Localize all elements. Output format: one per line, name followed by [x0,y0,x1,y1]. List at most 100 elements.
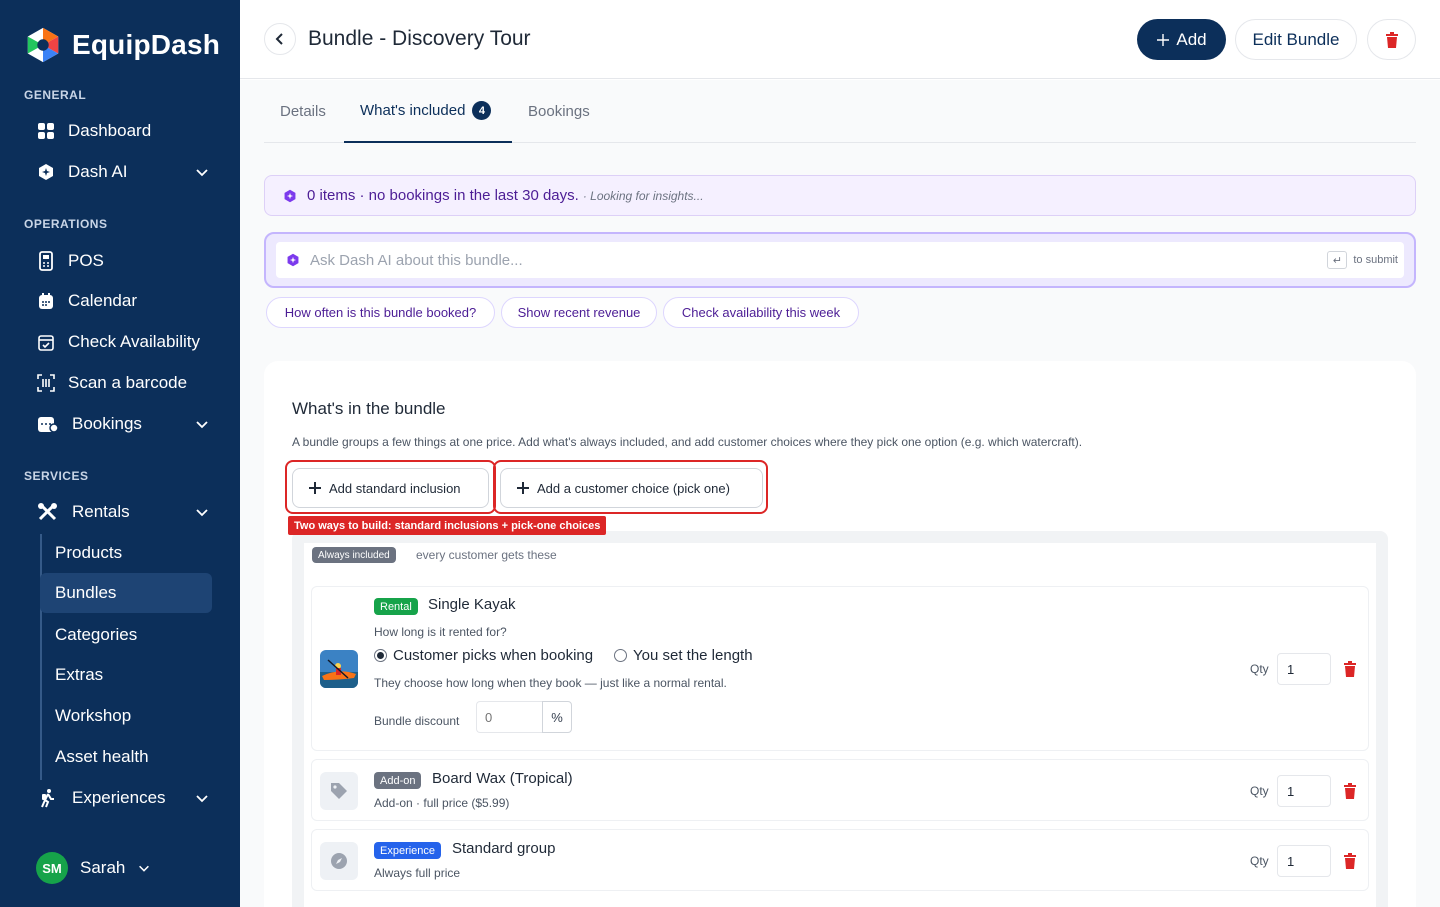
qty-label: Qty [1250,784,1269,798]
grid-icon [36,121,56,141]
back-button[interactable] [264,23,296,55]
ai-hex-icon [287,253,299,267]
sidebar-subitem-categories[interactable]: Categories [40,615,212,655]
sidebar-item-label: Calendar [68,291,137,310]
sidebar-item-rentals[interactable]: Rentals [36,494,216,530]
qty-input[interactable] [1277,653,1331,685]
sidebar-subitem-bundles[interactable]: Bundles [40,573,212,613]
item-name: Standard group [452,840,556,857]
percent-unit: % [542,701,572,733]
tab-count-badge: 4 [472,101,492,120]
bundle-discount-input[interactable] [476,701,542,733]
section-description: A bundle groups a few things at one pric… [292,435,1083,449]
sidebar-item-label: Bookings [72,414,142,433]
suggestion-chip-revenue[interactable]: Show recent revenue [501,297,657,328]
trash-icon[interactable] [1342,661,1358,677]
chevron-down-icon [196,169,208,177]
section-label-services: SERVICES [24,469,89,483]
insight-banner: 0 items · no bookings in the last 30 day… [264,175,1416,216]
ai-hex-icon [36,162,56,182]
inclusion-row-standard-group: Experience Standard group Always full pr… [311,829,1369,891]
qty-label: Qty [1250,662,1269,676]
item-price-note: Always full price [374,866,461,880]
submit-hint: ↵ to submit [1327,251,1398,269]
qty-input[interactable] [1277,775,1331,807]
type-pill-rental: Rental [374,598,418,615]
chevron-down-icon [196,509,208,517]
ask-ai-box: ↵ to submit [264,232,1416,288]
add-standard-inclusion-button[interactable]: Add standard inclusion [292,468,489,508]
sidebar-item-label: Experiences [72,788,166,807]
page-title: Bundle - Discovery Tour [308,27,531,50]
plus-icon [517,482,529,494]
radio-you-set-length[interactable]: You set the length [614,647,753,664]
calendar-icon [36,291,56,311]
sidebar-item-scan-barcode[interactable]: Scan a barcode [36,365,216,401]
trash-icon[interactable] [1342,853,1358,869]
annotation-label: Two ways to build: standard inclusions +… [288,516,607,535]
sidebar-subitem-extras[interactable]: Extras [40,655,212,695]
tab-bookings[interactable]: Bookings [528,80,590,143]
section-label-operations: OPERATIONS [24,217,108,231]
page-header: Bundle - Discovery Tour Add Edit Bundle [240,0,1440,79]
always-included-note: every customer gets these [416,548,557,562]
bundle-contents-card: What's in the bundle A bundle groups a f… [264,361,1416,907]
section-label-general: GENERAL [24,88,87,102]
ai-hex-icon [284,189,296,202]
sidebar-item-bookings[interactable]: Bookings [36,406,216,442]
sidebar-item-calendar[interactable]: Calendar [36,283,216,319]
tabs: Details What's included 4 Bookings [264,80,1416,143]
radio-customer-picks[interactable]: Customer picks when booking [374,647,593,664]
enter-key-icon: ↵ [1327,251,1348,269]
hiker-icon [36,788,60,808]
trash-icon[interactable] [1342,783,1358,799]
sidebar-item-label: Check Availability [68,332,200,351]
inclusion-row-single-kayak: Rental Single Kayak How long is it rente… [311,586,1369,751]
sidebar-item-check-availability[interactable]: Check Availability [36,324,216,360]
chevron-left-icon [275,33,283,45]
experience-thumbnail [320,842,358,880]
radio-label: Customer picks when booking [393,647,594,664]
ask-ai-input[interactable] [310,251,1318,269]
item-price-note: Add-on · full price ($5.99) [374,796,510,810]
rentals-tools-icon [36,502,60,522]
insight-text: 0 items · no bookings in the last 30 day… [307,187,579,204]
bundle-discount-field: % [476,701,572,733]
type-pill-experience: Experience [374,842,442,859]
tab-details[interactable]: Details [280,80,326,143]
radio-selected-icon [374,649,387,662]
sidebar-item-label: Rentals [72,502,130,521]
sidebar-item-pos[interactable]: POS [36,243,216,279]
kayak-thumbnail [320,650,358,688]
rental-length-question: How long is it rented for? [374,625,507,639]
section-title: What's in the bundle [292,399,446,418]
chevron-down-icon [196,795,208,803]
plus-icon [309,482,321,494]
suggestion-chip-availability[interactable]: Check availability this week [663,297,859,328]
sidebar-item-dashboard[interactable]: Dashboard [36,113,216,149]
ask-ai-inner: ↵ to submit [276,242,1404,278]
add-customer-choice-button[interactable]: Add a customer choice (pick one) [500,468,763,508]
sidebar-item-label: Scan a barcode [68,373,188,392]
edit-bundle-button[interactable]: Edit Bundle [1235,19,1357,60]
tab-whats-included[interactable]: What's included 4 [344,80,512,143]
add-button[interactable]: Add [1137,19,1226,60]
main-content: Details What's included 4 Bookings 0 ite… [240,80,1440,907]
addon-thumbnail [320,772,358,810]
button-label: Add standard inclusion [329,480,461,496]
highlight-frame: Add a customer choice (pick one) [493,460,768,514]
sidebar-subitem-workshop[interactable]: Workshop [40,696,212,736]
radio-label: You set the length [633,647,753,664]
qty-input[interactable] [1277,845,1331,877]
suggestion-chip-booked[interactable]: How often is this bundle booked? [266,297,495,328]
sidebar-subitem-asset-health[interactable]: Asset health [40,737,212,777]
delete-bundle-button[interactable] [1367,19,1416,60]
sidebar-subitem-products[interactable]: Products [40,533,212,573]
sidebar-item-experiences[interactable]: Experiences [36,780,216,816]
user-menu[interactable]: SM Sarah [36,852,151,884]
inclusions-list: Always included every customer gets thes… [292,531,1388,907]
item-name: Single Kayak [428,596,516,613]
brand[interactable]: EquipDash [24,26,220,64]
sidebar-item-dash-ai[interactable]: Dash AI [36,154,216,190]
pos-terminal-icon [36,251,56,271]
